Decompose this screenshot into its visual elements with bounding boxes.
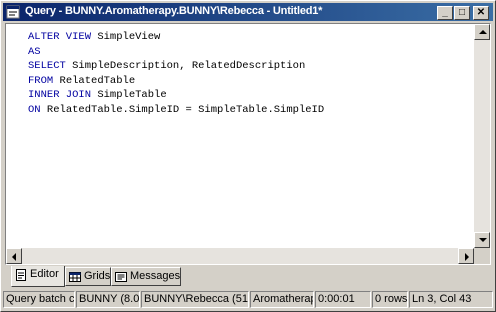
window-title: Query - BUNNY.Aromatherapy.BUNNY\Rebecca… bbox=[25, 5, 323, 17]
messages-icon bbox=[115, 272, 127, 282]
sql-text: RelatedTable.SimpleID = SimpleTable.Simp… bbox=[40, 103, 325, 116]
status-database: Aromatherapy bbox=[250, 291, 314, 308]
sql-text: SimpleTable bbox=[91, 89, 167, 101]
code-line[interactable]: ON RelatedTable.SimpleID = SimpleTable.S… bbox=[28, 103, 324, 118]
sql-keyword: SELECT bbox=[28, 60, 66, 72]
status-position: Ln 3, Col 43 bbox=[409, 291, 493, 308]
scroll-up-button[interactable] bbox=[474, 24, 490, 40]
tab-grids[interactable]: Grids bbox=[65, 267, 111, 286]
arrow-left-icon bbox=[12, 253, 16, 261]
tab-messages-label: Messages bbox=[130, 270, 181, 282]
arrow-right-icon bbox=[465, 253, 469, 261]
sql-keyword: FROM bbox=[28, 74, 54, 87]
vertical-scrollbar[interactable] bbox=[474, 24, 490, 248]
sql-text: SimpleView bbox=[91, 31, 161, 43]
minimize-button[interactable]: _ bbox=[437, 6, 453, 20]
query-window: Query - BUNNY.Aromatherapy.BUNNY\Rebecca… bbox=[0, 0, 496, 312]
sql-text: SimpleDescription, RelatedDescription bbox=[65, 60, 306, 72]
sql-keyword: INNER JOIN bbox=[28, 89, 92, 101]
code-line[interactable]: AS bbox=[28, 45, 324, 60]
maximize-button[interactable]: □ bbox=[454, 6, 470, 20]
code-line[interactable]: SELECT SimpleDescription, RelatedDescrip… bbox=[28, 59, 324, 74]
arrow-up-icon bbox=[479, 30, 487, 34]
sql-text: RelatedTable bbox=[53, 74, 136, 87]
status-bar: Query batch cc BUNNY (8.0) BUNNY\Rebecca… bbox=[3, 291, 493, 309]
title-bar[interactable]: Query - BUNNY.Aromatherapy.BUNNY\Rebecca… bbox=[3, 3, 493, 21]
code-line[interactable]: ALTER VIEW SimpleView bbox=[28, 30, 324, 45]
tab-grids-label: Grids bbox=[84, 270, 111, 282]
scroll-left-button[interactable] bbox=[6, 248, 22, 264]
grid-icon bbox=[69, 272, 81, 282]
code-line[interactable]: INNER JOIN SimpleTable bbox=[28, 88, 324, 103]
sql-keyword: ALTER VIEW bbox=[28, 31, 92, 43]
close-button[interactable]: ✕ bbox=[473, 6, 489, 20]
sql-keyword: AS bbox=[28, 45, 41, 58]
editor-icon bbox=[16, 269, 26, 281]
tab-editor[interactable]: Editor bbox=[11, 266, 65, 287]
status-rows: 0 rows bbox=[372, 291, 408, 308]
tab-messages[interactable]: Messages bbox=[111, 267, 181, 286]
tab-editor-label: Editor bbox=[30, 268, 59, 280]
status-time: 0:00:01 bbox=[315, 291, 371, 308]
status-server: BUNNY (8.0) bbox=[76, 291, 140, 308]
status-user: BUNNY\Rebecca (51) bbox=[141, 291, 249, 308]
query-app-icon bbox=[6, 5, 20, 19]
sql-code[interactable]: ALTER VIEW SimpleView AS SELECT SimpleDesc… bbox=[28, 30, 324, 117]
status-batch: Query batch cc bbox=[3, 291, 75, 308]
query-editor[interactable]: ALTER VIEW SimpleView AS SELECT SimpleDesc… bbox=[5, 23, 491, 265]
code-line[interactable]: FROM RelatedTable bbox=[28, 74, 324, 89]
arrow-down-icon bbox=[479, 238, 487, 242]
horizontal-scrollbar[interactable] bbox=[6, 248, 474, 264]
scroll-down-button[interactable] bbox=[474, 232, 490, 248]
sql-keyword: ON bbox=[28, 103, 41, 116]
scroll-right-button[interactable] bbox=[458, 248, 474, 264]
scrollbar-corner bbox=[474, 248, 490, 264]
